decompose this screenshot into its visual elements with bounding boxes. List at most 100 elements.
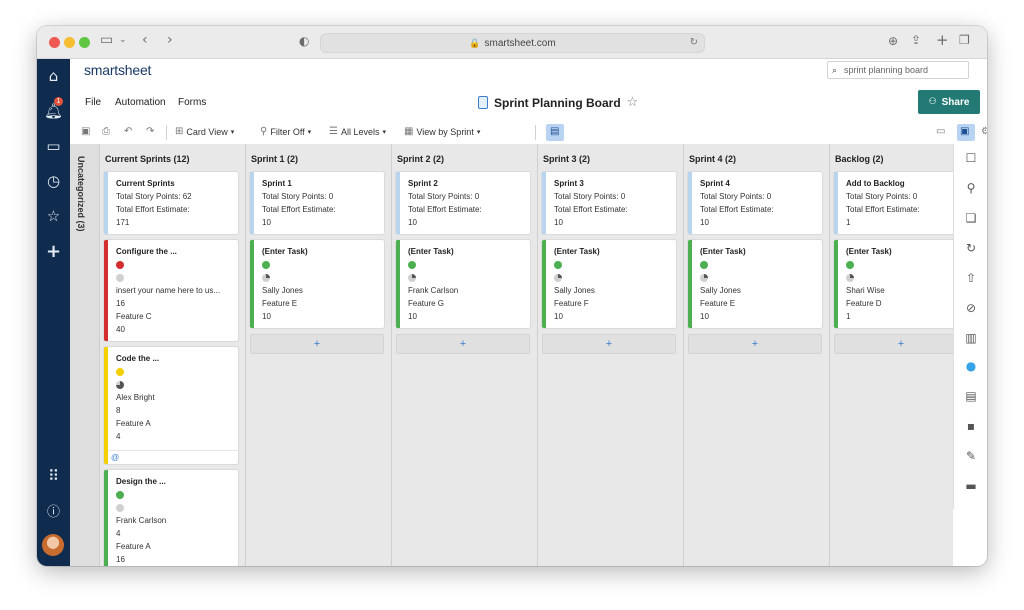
share-sheet-icon[interactable]: ⇪ <box>911 33 921 47</box>
task-card[interactable]: Design the ... Frank Carlson 4 Feature A 16 <box>104 470 238 566</box>
address-bar[interactable]: 🔒 smartsheet.com ↻ <box>320 33 705 53</box>
status-dot-icon[interactable] <box>116 367 124 376</box>
print-icon[interactable]: ⎙ <box>102 126 110 137</box>
forward-icon[interactable]: › <box>167 32 173 48</box>
add-card-button[interactable]: + <box>688 334 822 354</box>
create-plus-icon[interactable]: + <box>37 241 70 262</box>
column-title[interactable]: Backlog (2) <box>835 154 884 164</box>
download-icon[interactable]: ⊕ <box>888 34 898 48</box>
share-button[interactable]: ⚇ Share <box>918 90 980 114</box>
bulb-icon[interactable]: ● <box>954 359 987 373</box>
task-card[interactable]: (Enter Task) Sally Jones Feature E 10 <box>688 240 822 328</box>
task-card[interactable]: Configure the ... insert your name here t… <box>104 240 238 341</box>
redo-icon[interactable]: ↷ <box>146 126 154 137</box>
activity-log-icon[interactable]: ↻ <box>954 241 987 255</box>
column-title[interactable]: Sprint 2 (2) <box>397 154 444 164</box>
save-icon[interactable]: ▣ <box>81 126 90 137</box>
browse-folder-icon[interactable]: ▭ <box>37 137 70 155</box>
progress-pie-icon[interactable] <box>116 503 124 512</box>
publish-icon[interactable]: ⇧ <box>954 271 987 285</box>
view-by-dropdown[interactable]: ▦ View by Sprint ▾ <box>404 126 480 137</box>
proofing-icon[interactable]: ❏ <box>954 211 987 225</box>
progress-pie-icon[interactable] <box>408 273 416 282</box>
minimize-window-button[interactable] <box>64 37 75 48</box>
summary-card[interactable]: Add to Backlog Total Story Points: 0 Total… <box>834 172 953 234</box>
menu-automation[interactable]: Automation <box>115 97 166 108</box>
expanded-view-icon[interactable]: ▣ <box>960 126 969 137</box>
undo-icon[interactable]: ↶ <box>124 126 132 137</box>
shield-icon[interactable]: ◐ <box>299 34 309 48</box>
add-card-button[interactable]: + <box>834 334 953 354</box>
progress-pie-icon[interactable] <box>116 380 124 389</box>
summary-card[interactable]: Sprint 4 Total Story Points: 0 Total Effor… <box>688 172 822 234</box>
summary-card[interactable]: Sprint 1 Total Story Points: 0 Total Effor… <box>250 172 384 234</box>
status-dot-icon[interactable] <box>700 260 708 269</box>
recents-clock-icon[interactable]: ◷ <box>37 172 70 190</box>
status-dot-icon[interactable] <box>262 260 270 269</box>
task-card[interactable]: (Enter Task) Frank Carlson Feature G 10 <box>396 240 530 328</box>
user-avatar[interactable] <box>42 534 64 556</box>
dashboard-icon[interactable]: ▬ <box>954 479 987 493</box>
uncategorized-lane[interactable]: Uncategorized (3) <box>70 144 100 566</box>
filter-dropdown[interactable]: ⚲ Filter Off ▾ <box>260 126 311 137</box>
home-icon[interactable]: ⌂ <box>37 67 70 85</box>
toolbar-divider <box>535 125 536 140</box>
summary-card[interactable]: Sprint 3 Total Story Points: 0 Total Effor… <box>542 172 676 234</box>
sidebar-toggle-icon[interactable]: ▭ <box>100 32 113 48</box>
status-dot-icon[interactable] <box>554 260 562 269</box>
task-card[interactable]: Code the ... Alex Bright 8 Feature A 4 @ <box>104 347 238 464</box>
progress-pie-icon[interactable] <box>262 273 270 282</box>
card-layout-icon[interactable]: ▤ <box>550 126 559 137</box>
smartsheet-logo[interactable]: smartsheet <box>84 62 151 78</box>
summary-card[interactable]: Sprint 2 Total Story Points: 0 Total Effor… <box>396 172 530 234</box>
reports-icon[interactable]: ▤ <box>954 389 987 403</box>
search-input[interactable]: ⌕ sprint planning board <box>827 61 969 79</box>
column-title[interactable]: Sprint 1 (2) <box>251 154 298 164</box>
progress-pie-icon[interactable] <box>554 273 562 282</box>
chevron-down-icon[interactable]: ⌄ <box>119 35 127 45</box>
task-card[interactable]: (Enter Task) Sally Jones Feature E 10 <box>250 240 384 328</box>
summary-card[interactable]: Current Sprints Total Story Points: 62 Tot… <box>104 172 238 234</box>
progress-pie-icon[interactable] <box>700 273 708 282</box>
status-dot-icon[interactable] <box>408 260 416 269</box>
progress-pie-icon[interactable] <box>846 273 854 282</box>
add-card-button[interactable]: + <box>542 334 676 354</box>
close-window-button[interactable] <box>49 37 60 48</box>
levels-dropdown[interactable]: ☰ All Levels ▾ <box>329 126 386 137</box>
menu-file[interactable]: File <box>85 97 101 108</box>
zoom-window-button[interactable] <box>79 37 90 48</box>
column-title[interactable]: Sprint 3 (2) <box>543 154 590 164</box>
pushpin-icon[interactable]: ✎ <box>954 449 987 463</box>
add-card-button[interactable]: + <box>250 334 384 354</box>
status-dot-icon[interactable] <box>116 260 124 269</box>
summary-icon[interactable]: ▥ <box>954 331 987 345</box>
menu-forms[interactable]: Forms <box>178 97 206 108</box>
settings-gear-icon[interactable]: ⚙ <box>981 126 987 137</box>
column-title[interactable]: Current Sprints (12) <box>105 154 190 164</box>
status-dot-icon[interactable] <box>116 490 124 499</box>
notifications-icon[interactable]: 🔔︎ <box>37 102 70 120</box>
sheet-title-text[interactable]: Sprint Planning Board <box>494 96 621 110</box>
attachment-icon[interactable]: ⚲ <box>954 181 987 195</box>
tab-overview-icon[interactable]: ❐ <box>959 33 970 47</box>
add-card-button[interactable]: + <box>396 334 530 354</box>
comment-icon[interactable]: ☐ <box>954 151 987 165</box>
column-title[interactable]: Sprint 4 (2) <box>689 154 736 164</box>
favorites-star-icon[interactable]: ☆ <box>37 207 70 225</box>
new-tab-icon[interactable]: + <box>936 31 949 49</box>
compact-view-icon[interactable]: ▭ <box>936 126 945 137</box>
card-view-dropdown[interactable]: ⊞ Card View ▾ <box>175 126 234 137</box>
apps-icon[interactable]: ▪ <box>954 419 987 433</box>
status-dot-icon[interactable] <box>846 260 854 269</box>
reload-icon[interactable]: ↻ <box>690 37 698 48</box>
mention-icon[interactable]: @ <box>111 453 119 462</box>
task-card[interactable]: (Enter Task) Sally Jones Feature F 10 <box>542 240 676 328</box>
update-requests-icon[interactable]: ⊘ <box>954 301 987 315</box>
task-card[interactable]: (Enter Task) Shari Wise Feature D 1 <box>834 240 953 328</box>
launcher-grid-icon[interactable]: ⠿ <box>37 467 70 485</box>
favorite-star-icon[interactable]: ☆ <box>627 95 639 110</box>
progress-pie-icon[interactable] <box>116 273 124 282</box>
card-view-icon: ⊞ <box>175 126 184 137</box>
help-icon[interactable]: ⓘ <box>37 501 70 520</box>
back-icon[interactable]: ‹ <box>142 32 148 48</box>
